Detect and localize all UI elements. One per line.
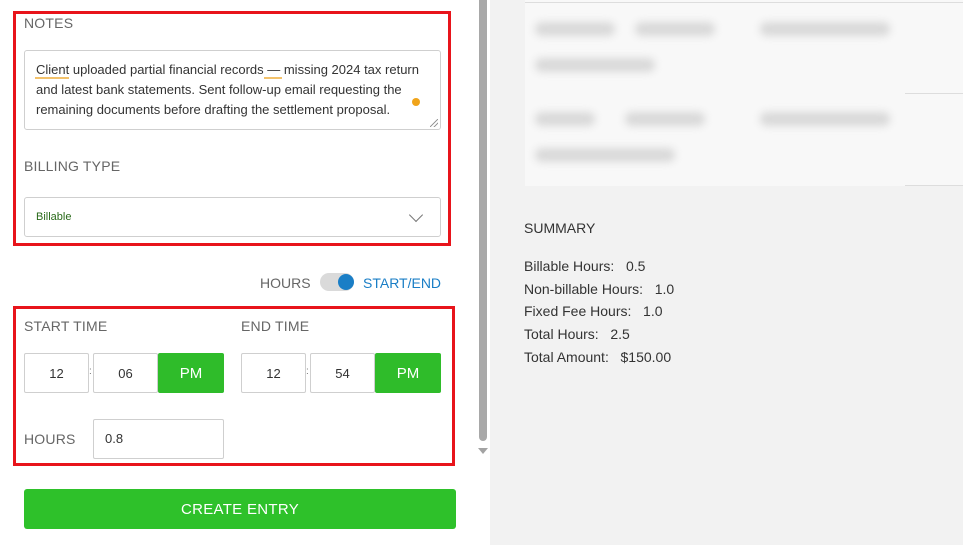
scrollbar-thumb[interactable] xyxy=(479,0,487,441)
entry-form-panel: NOTES Client uploaded partial financial … xyxy=(0,0,476,545)
spellcheck-underline xyxy=(35,77,69,79)
spellcheck-indicator-icon[interactable] xyxy=(412,98,420,106)
start-time-label: START TIME xyxy=(24,318,108,334)
summary-total-hours: Total Hours: 2.5 xyxy=(524,326,630,342)
toggle-hours-label[interactable]: HOURS xyxy=(260,275,311,291)
start-time-colon: : xyxy=(89,366,92,377)
redacted-block xyxy=(535,112,595,126)
redacted-block xyxy=(535,58,655,72)
create-entry-button[interactable]: CREATE ENTRY xyxy=(24,489,456,529)
notes-label: NOTES xyxy=(24,15,74,31)
redacted-block xyxy=(635,22,715,36)
grammar-underline xyxy=(264,77,282,79)
divider xyxy=(525,2,963,3)
redacted-block xyxy=(625,112,705,126)
summary-value: 2.5 xyxy=(610,326,630,342)
redacted-block xyxy=(760,112,890,126)
summary-nonbillable-hours: Non-billable Hours: 1.0 xyxy=(524,281,674,297)
summary-label: Non-billable Hours: xyxy=(524,281,644,297)
summary-label: Total Hours: xyxy=(524,326,599,342)
chevron-down-icon xyxy=(408,207,424,223)
redacted-entries-area xyxy=(525,0,963,186)
billing-type-value: Billable xyxy=(36,211,72,223)
billing-type-label: BILLING TYPE xyxy=(24,158,121,174)
summary-label: Fixed Fee Hours: xyxy=(524,303,632,319)
summary-value: 1.0 xyxy=(643,303,663,319)
summary-fixed-fee-hours: Fixed Fee Hours: 1.0 xyxy=(524,303,663,319)
hours-startend-toggle[interactable] xyxy=(320,273,354,291)
end-ampm-button[interactable]: PM xyxy=(375,353,441,393)
summary-label: Billable Hours: xyxy=(524,258,615,274)
end-time-label: END TIME xyxy=(241,318,310,334)
scroll-down-arrow-icon[interactable] xyxy=(478,448,488,454)
divider xyxy=(905,185,963,186)
hours-label: HOURS xyxy=(24,431,76,447)
summary-value: 1.0 xyxy=(654,281,675,297)
end-hour-input[interactable]: 12 xyxy=(241,353,306,393)
summary-value: 0.5 xyxy=(625,258,646,274)
summary-total-amount: Total Amount: $150.00 xyxy=(524,349,671,365)
end-minute-input[interactable]: 54 xyxy=(310,353,375,393)
summary-title: SUMMARY xyxy=(524,220,596,236)
redacted-block xyxy=(535,22,615,36)
toggle-startend-label[interactable]: START/END xyxy=(363,275,441,291)
start-hour-input[interactable]: 12 xyxy=(24,353,89,393)
resize-grip-icon[interactable] xyxy=(430,119,438,127)
redacted-block xyxy=(535,148,675,162)
notes-textarea[interactable]: Client uploaded partial financial record… xyxy=(24,50,441,130)
summary-billable-hours: Billable Hours: 0.5 xyxy=(524,258,645,274)
redacted-block xyxy=(760,22,890,36)
summary-value: $150.00 xyxy=(620,349,672,365)
start-ampm-button[interactable]: PM xyxy=(158,353,224,393)
divider xyxy=(905,93,963,94)
start-minute-input[interactable]: 06 xyxy=(93,353,158,393)
hours-input[interactable]: 0.8 xyxy=(93,419,224,459)
end-time-colon: : xyxy=(306,366,309,377)
toggle-knob xyxy=(338,274,354,290)
notes-text: Client uploaded partial financial record… xyxy=(36,62,419,117)
billing-type-select[interactable]: Billable xyxy=(24,197,441,237)
summary-label: Total Amount: xyxy=(524,349,609,365)
